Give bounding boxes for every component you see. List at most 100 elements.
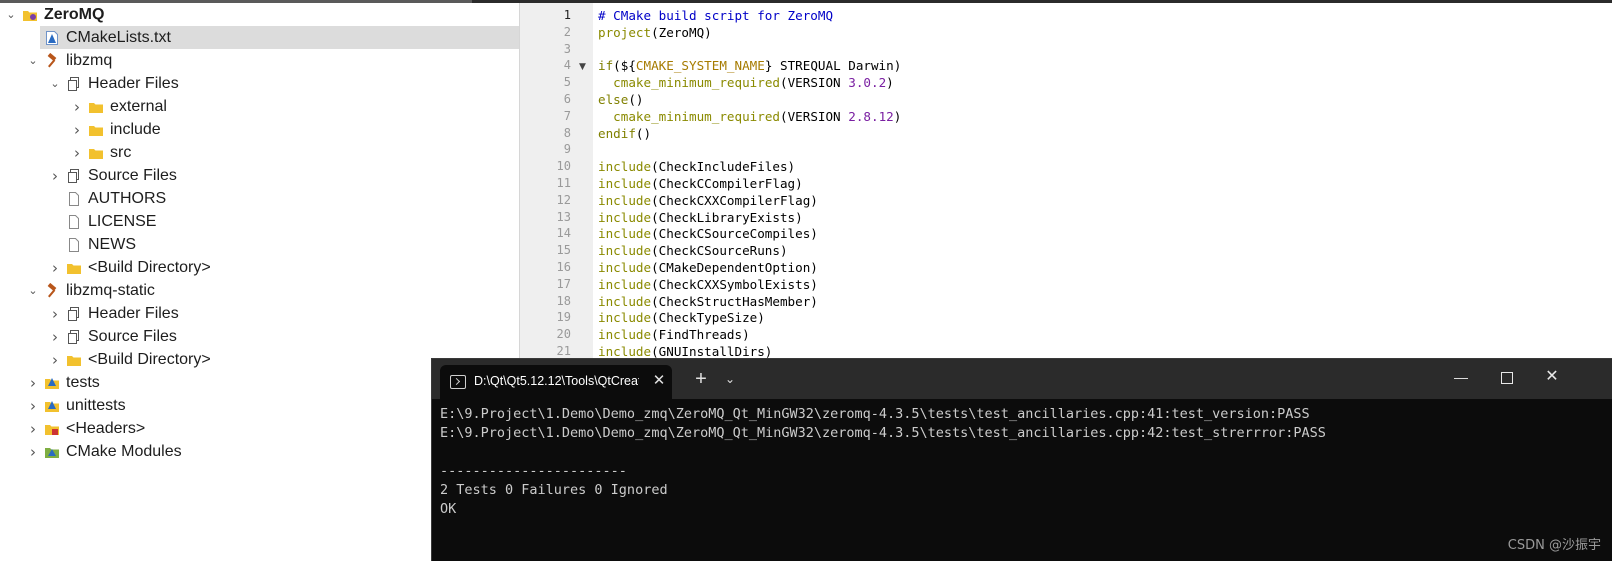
tree-item[interactable]: ⌄ libzmq-static — [0, 279, 519, 302]
tree-item[interactable]: › Source Files — [0, 164, 519, 187]
chevron-right-icon[interactable]: › — [48, 256, 62, 279]
line-number: 2 — [563, 24, 571, 39]
tree-item[interactable]: › <Build Directory> — [0, 256, 519, 279]
code-token: 3.0.2 — [848, 75, 887, 91]
code-line[interactable]: include(CheckCSourceCompiles) — [598, 225, 818, 242]
code-token: ) — [886, 75, 894, 91]
chevron-right-icon[interactable]: › — [26, 394, 40, 417]
chevron-right-icon[interactable]: › — [48, 325, 62, 348]
tab-close-button[interactable]: ✕ — [649, 365, 669, 399]
tree-item[interactable]: ⌄ libzmq — [0, 49, 519, 72]
code-line[interactable]: else() — [598, 91, 644, 108]
code-token: include — [598, 159, 652, 175]
minimize-button[interactable]: — — [1441, 363, 1481, 393]
tree-item-label: Source Files — [88, 167, 177, 184]
code-line[interactable]: include(CheckCSourceRuns) — [598, 242, 788, 259]
tree-item[interactable]: CMakeLists.txt — [40, 26, 519, 49]
fold-arrow-icon[interactable]: ▼ — [579, 62, 586, 72]
chevron-down-icon[interactable]: ⌄ — [48, 72, 62, 95]
code-line[interactable]: include(CheckCCompilerFlag) — [598, 175, 803, 192]
tree-item-label: <Build Directory> — [88, 259, 211, 276]
code-line[interactable]: project(ZeroMQ) — [598, 24, 712, 41]
code-token: cmake_minimum_required — [613, 75, 780, 91]
code-token: else — [598, 92, 629, 107]
tree-item-label: libzmq-static — [66, 282, 155, 299]
code-editor[interactable]: ▼ 1 # CMake build script for ZeroMQ 2 proje… — [519, 3, 1612, 360]
tree-item[interactable]: › Source Files — [0, 325, 519, 348]
code-line[interactable]: include(CheckLibraryExists) — [598, 209, 803, 226]
tree-item[interactable]: › external — [0, 95, 519, 118]
chevron-right-icon[interactable]: › — [48, 348, 62, 371]
line-number: 9 — [563, 142, 571, 157]
tab-dropdown-button[interactable]: ⌄ — [718, 367, 742, 393]
code-line[interactable]: include(FindThreads) — [598, 326, 750, 343]
code-line[interactable]: include(CheckTypeSize) — [598, 309, 765, 326]
tree-item[interactable]: AUTHORS — [0, 187, 519, 210]
tree-item-label: <Headers> — [66, 420, 146, 437]
chevron-right-icon[interactable]: › — [48, 302, 62, 325]
new-tab-button[interactable]: + — [688, 367, 714, 393]
line-number: 8 — [563, 125, 571, 140]
code-line[interactable]: cmake_minimum_required(VERSION 3.0.2) — [598, 74, 894, 91]
tree-item-label: Header Files — [88, 305, 179, 322]
chevron-right-icon[interactable]: › — [70, 118, 84, 141]
line-number: 20 — [556, 327, 571, 342]
code-line[interactable]: # CMake build script for ZeroMQ — [598, 7, 833, 24]
tree-item[interactable]: ⌄ Header Files — [0, 72, 519, 95]
code-token: include — [598, 243, 652, 259]
tree-item-label: include — [110, 121, 161, 138]
code-line[interactable]: include(CheckCXXSymbolExists) — [598, 276, 818, 293]
code-token: (CheckIncludeFiles) — [651, 159, 796, 175]
terminal-window[interactable]: D:\Qt\Qt5.12.12\Tools\QtCreat ✕ + ⌄ — ✕ … — [431, 358, 1612, 561]
maximize-icon — [1501, 372, 1513, 384]
code-token: (CheckStructHasMember) — [651, 293, 818, 309]
code-token: () — [628, 92, 644, 107]
code-token: # CMake build script for ZeroMQ — [598, 8, 834, 23]
chevron-right-icon[interactable]: › — [48, 164, 62, 187]
chevron-right-icon[interactable]: › — [26, 417, 40, 440]
code-token: (${ — [613, 58, 636, 74]
line-number: 12 — [556, 192, 571, 207]
chevron-down-icon[interactable]: ⌄ — [26, 279, 40, 302]
line-number: 4 — [563, 58, 571, 73]
folder-icon — [88, 99, 104, 115]
code-line[interactable]: endif() — [598, 125, 651, 142]
code-line[interactable]: include(CheckIncludeFiles) — [598, 158, 795, 175]
terminal-line: 2 Tests 0 Failures 0 Ignored — [440, 482, 668, 498]
terminal-titlebar[interactable]: D:\Qt\Qt5.12.12\Tools\QtCreat ✕ + ⌄ — ✕ — [432, 359, 1612, 399]
terminal-tab-title: D:\Qt\Qt5.12.12\Tools\QtCreat — [474, 374, 639, 388]
file-icon — [66, 237, 82, 253]
code-token: include — [598, 226, 652, 242]
maximize-button[interactable] — [1487, 363, 1527, 393]
tree-item-label: ZeroMQ — [44, 6, 105, 23]
chevron-right-icon[interactable]: › — [26, 440, 40, 463]
chevron-right-icon[interactable]: › — [70, 141, 84, 164]
chevron-down-icon[interactable]: ⌄ — [4, 3, 18, 26]
code-line[interactable]: include(CheckCXXCompilerFlag) — [598, 192, 818, 209]
files-icon — [66, 306, 82, 322]
chevron-right-icon[interactable]: › — [70, 95, 84, 118]
code-line[interactable]: cmake_minimum_required(VERSION 2.8.12) — [598, 108, 901, 125]
line-number: 1 — [563, 8, 571, 22]
line-number: 7 — [563, 108, 571, 123]
terminal-tab[interactable]: D:\Qt\Qt5.12.12\Tools\QtCreat ✕ — [440, 365, 672, 399]
tree-item[interactable]: › src — [0, 141, 519, 164]
code-line[interactable]: include(CMakeDependentOption) — [598, 259, 818, 276]
tree-item[interactable]: › Header Files — [0, 302, 519, 325]
tree-item[interactable]: LICENSE — [0, 210, 519, 233]
terminal-output[interactable]: E:\9.Project\1.Demo\Demo_zmq\ZeroMQ_Qt_M… — [440, 405, 1600, 519]
folder-icon — [66, 260, 82, 276]
chevron-down-icon[interactable]: ⌄ — [26, 49, 40, 72]
code-line[interactable]: include(CheckStructHasMember) — [598, 293, 818, 310]
chevron-right-icon[interactable]: › — [26, 371, 40, 394]
code-token: include — [598, 310, 652, 326]
code-line[interactable]: if(${CMAKE_SYSTEM_NAME} STREQUAL Darwin) — [598, 57, 901, 74]
tree-item[interactable]: NEWS — [0, 233, 519, 256]
tree-item[interactable]: ⌄ ZeroMQ — [0, 3, 519, 26]
terminal-line: OK — [440, 501, 457, 517]
cmake-folder-icon — [44, 398, 60, 414]
tree-item[interactable]: › include — [0, 118, 519, 141]
terminal-line: ----------------------- — [440, 463, 627, 479]
close-window-button[interactable]: ✕ — [1532, 363, 1572, 393]
